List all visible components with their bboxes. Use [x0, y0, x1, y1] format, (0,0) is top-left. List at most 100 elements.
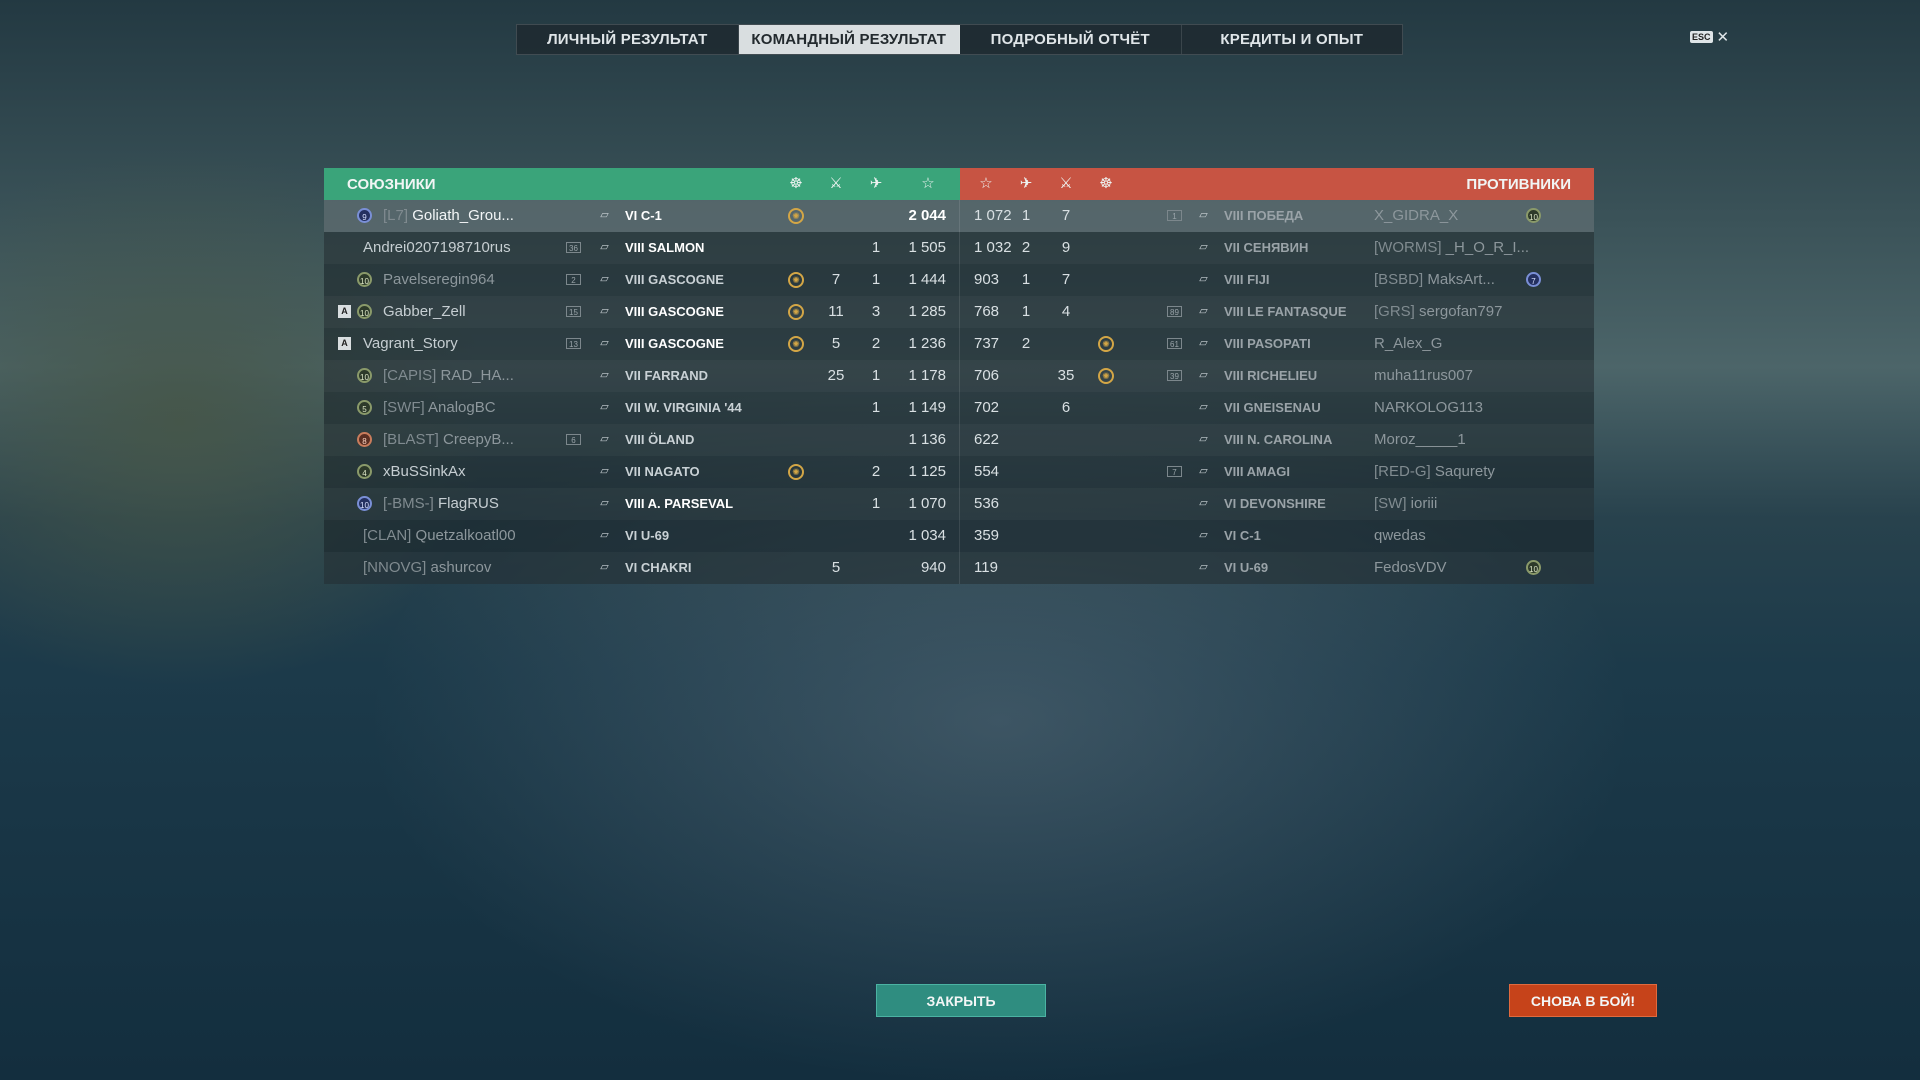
enemy-player-row[interactable]: 554 7 ▱ VIII AMAGI [RED-G] Saqurety: [960, 456, 1594, 488]
player-name: [WORMS] _H_O_R_I...: [1374, 232, 1529, 264]
enemy-player-row[interactable]: 359 ▱ VI C-1 qwedas: [960, 520, 1594, 552]
kills-value: 7: [1061, 271, 1071, 288]
crossed-swords-icon: ⚔: [829, 175, 843, 192]
ally-player-row[interactable]: 10 [-BMS-] FlagRUS ▱ VIII A. PARSEVAL 1 1 070: [324, 488, 960, 520]
clan-tag: [BLAST]: [383, 431, 439, 448]
enemy-player-row[interactable]: 536 ▱ VI DEVONSHIRE [SW] ioriii: [960, 488, 1594, 520]
enemy-player-row[interactable]: 903 1 7 ▱ VIII FIJI [BSBD] MaksArt... 7: [960, 264, 1594, 296]
player-nickname: NARKOLOG113: [1374, 399, 1483, 416]
ally-player-row[interactable]: 4 xBuSSinkAx ▱ VII NAGATO ✺ 2 1 125: [324, 456, 960, 488]
enemy-player-row[interactable]: 1 072 1 7 1 ▱ VIII ПОБЕДА X_GIDRA_X 10: [960, 200, 1594, 232]
enemies-header: ☆ ✈ ⚔ ☸ ПРОТИВНИКИ: [960, 168, 1594, 200]
player-name: [SW] ioriii: [1374, 488, 1437, 520]
clan-tag: [NNOVG]: [363, 559, 427, 576]
enemy-player-row[interactable]: 737 2 ✺ 61 ▱ VIII PASOPATI R_Alex_G: [960, 328, 1594, 360]
player-name: Moroz_____1: [1374, 424, 1466, 456]
enemy-player-row[interactable]: 1 032 2 9 ▱ VII СЕНЯВИН [WORMS] _H_O_R_I...: [960, 232, 1594, 264]
table-row: Andrei0207198710rus 36 ▱ VIII SALMON 1 1 505 1…: [324, 232, 1594, 264]
player-name: NARKOLOG113: [1374, 392, 1483, 424]
plane-icon: ✈: [1019, 175, 1033, 192]
ship-class-icon: ▱: [600, 465, 609, 477]
tab-detailed-report[interactable]: ПОДРОБНЫЙ ОТЧЁТ: [960, 25, 1182, 54]
ally-player-row[interactable]: A Vagrant_Story 13 ▱ VIII GASCOGNE ✺ 5 2 1 236: [324, 328, 960, 360]
ship-class-icon: ▱: [600, 241, 609, 253]
kills-value: [816, 488, 856, 520]
division-icon: A: [338, 337, 351, 350]
star-icon: ☆: [921, 175, 935, 192]
laurel-medal-icon: ☸: [1099, 175, 1113, 192]
player-name: [L7] Goliath_Grou...: [383, 200, 514, 232]
player-nickname: Vagrant_Story: [363, 335, 458, 352]
ship-class-icon: ▱: [1199, 401, 1208, 413]
player-level-badge: 15: [566, 306, 581, 317]
player-name: R_Alex_G: [1374, 328, 1442, 360]
table-row: A Vagrant_Story 13 ▱ VIII GASCOGNE ✺ 5 2 1 236 73…: [324, 328, 1594, 360]
tab-credits-xp[interactable]: КРЕДИТЫ И ОПЫТ: [1182, 25, 1403, 54]
player-nickname: ashurcov: [430, 559, 492, 576]
close-button[interactable]: ЗАКРЫТЬ: [876, 984, 1046, 1017]
planes-value: 1: [1021, 271, 1031, 288]
enemy-player-row[interactable]: 119 ▱ VI U-69 FedosVDV 10: [960, 552, 1594, 584]
ship-name: VIII N. CAROLINA: [1224, 432, 1333, 447]
esc-close-button[interactable]: ESC ✕: [1690, 28, 1729, 46]
enemy-player-row[interactable]: 706 35 ✺ 39 ▱ VIII RICHELIEU muha11rus007: [960, 360, 1594, 392]
ally-player-row[interactable]: 10 [CAPIS] RAD_HA... ▱ VII FARRAND 25 1 1 178: [324, 360, 960, 392]
player-nickname: Saqurety: [1434, 463, 1495, 480]
player-name: Andrei0207198710rus: [363, 232, 511, 264]
ally-player-row[interactable]: [CLAN] Quetzalkoatl00 ▱ VI U-69 1 034: [324, 520, 960, 552]
laurel-medal-icon: ✺: [788, 304, 804, 320]
player-nickname: muha11rus007: [1374, 367, 1473, 384]
planes-value: [1006, 552, 1046, 584]
player-nickname: sergofan797: [1419, 303, 1503, 320]
xp-value: 1 178: [908, 367, 946, 384]
player-name: X_GIDRA_X: [1374, 200, 1458, 232]
ally-player-row[interactable]: 9 [L7] Goliath_Grou... ▱ VI C-1 ✺ 2 044: [324, 200, 960, 232]
planes-value: 2: [1021, 239, 1031, 256]
kills-value: 9: [1061, 239, 1071, 256]
tab-team-result[interactable]: КОМАНДНЫЙ РЕЗУЛЬТАТ: [738, 25, 960, 54]
player-nickname: R_Alex_G: [1374, 335, 1443, 352]
player-level-badge: 2: [566, 274, 581, 285]
battle-again-button[interactable]: СНОВА В БОЙ!: [1509, 984, 1657, 1017]
ally-player-row[interactable]: 10 Pavelseregin964 2 ▱ VIII GASCOGNE ✺ 7 1 1 444: [324, 264, 960, 296]
player-level-badge: 1: [1167, 210, 1182, 221]
ally-player-row[interactable]: Andrei0207198710rus 36 ▱ VIII SALMON 1 1 505: [324, 232, 960, 264]
tab-personal-result[interactable]: ЛИЧНЫЙ РЕЗУЛЬТАТ: [517, 25, 739, 54]
player-name: qwedas: [1374, 520, 1426, 552]
rank-badge-icon: 10: [357, 368, 372, 383]
player-name: [-BMS-] FlagRUS: [383, 488, 499, 520]
enemy-player-row[interactable]: 702 6 ▱ VII GNEISENAU NARKOLOG113: [960, 392, 1594, 424]
table-row: 8 [BLAST] CreepyB... 6 ▱ VIII ÖLAND 1 136 622 ▱…: [324, 424, 1594, 456]
rank-badge-icon: 9: [357, 208, 372, 223]
enemy-player-row[interactable]: 768 1 4 89 ▱ VIII LE FANTASQUE [GRS] sergofan7…: [960, 296, 1594, 328]
ship-name: VII FARRAND: [625, 368, 709, 383]
results-table: 9 [L7] Goliath_Grou... ▱ VI C-1 ✺ 2 044 1 072 1…: [324, 200, 1594, 584]
ally-player-row[interactable]: 5 [SWF] AnalogBC ▱ VII W. VIRGINIA '44 1 1 14…: [324, 392, 960, 424]
clan-tag: [CAPIS]: [383, 367, 437, 384]
player-name: Pavelseregin964: [383, 264, 495, 296]
table-row: 10 [CAPIS] RAD_HA... ▱ VII FARRAND 25 1 1 178 7…: [324, 360, 1594, 392]
player-name: [SWF] AnalogBC: [383, 392, 496, 424]
ship-class-icon: ▱: [600, 305, 609, 317]
ship-class-icon: ▱: [1199, 465, 1208, 477]
kills-value: [816, 232, 856, 264]
enemy-player-row[interactable]: 622 ▱ VIII N. CAROLINA Moroz_____1: [960, 424, 1594, 456]
table-row: A 10 Gabber_Zell 15 ▱ VIII GASCOGNE ✺ 11 3 1 285 7…: [324, 296, 1594, 328]
ship-name: VIII PASOPATI: [1224, 336, 1311, 351]
ally-player-row[interactable]: [NNOVG] ashurcov ▱ VI CHAKRI 5 940: [324, 552, 960, 584]
rank-badge-icon: 10: [357, 304, 372, 319]
planes-value: [1006, 456, 1046, 488]
ship-name: VIII ÖLAND: [625, 432, 695, 447]
ally-player-row[interactable]: A 10 Gabber_Zell 15 ▱ VIII GASCOGNE ✺ 11 3 1 285: [324, 296, 960, 328]
ship-name: VIII ПОБЕДА: [1224, 208, 1304, 223]
ship-class-icon: ▱: [600, 497, 609, 509]
ship-class-icon: ▱: [600, 337, 609, 349]
player-name: FedosVDV: [1374, 552, 1447, 584]
player-name: [GRS] sergofan797: [1374, 296, 1502, 328]
ally-player-row[interactable]: 8 [BLAST] CreepyB... 6 ▱ VIII ÖLAND 1 136: [324, 424, 960, 456]
ship-name: VI CHAKRI: [625, 560, 692, 575]
table-row: [NNOVG] ashurcov ▱ VI CHAKRI 5 940 119 ▱ VI U-6…: [324, 552, 1594, 584]
ship-class-icon: ▱: [1199, 337, 1208, 349]
xp-value: 2 044: [908, 207, 946, 224]
player-level-badge: 13: [566, 338, 581, 349]
